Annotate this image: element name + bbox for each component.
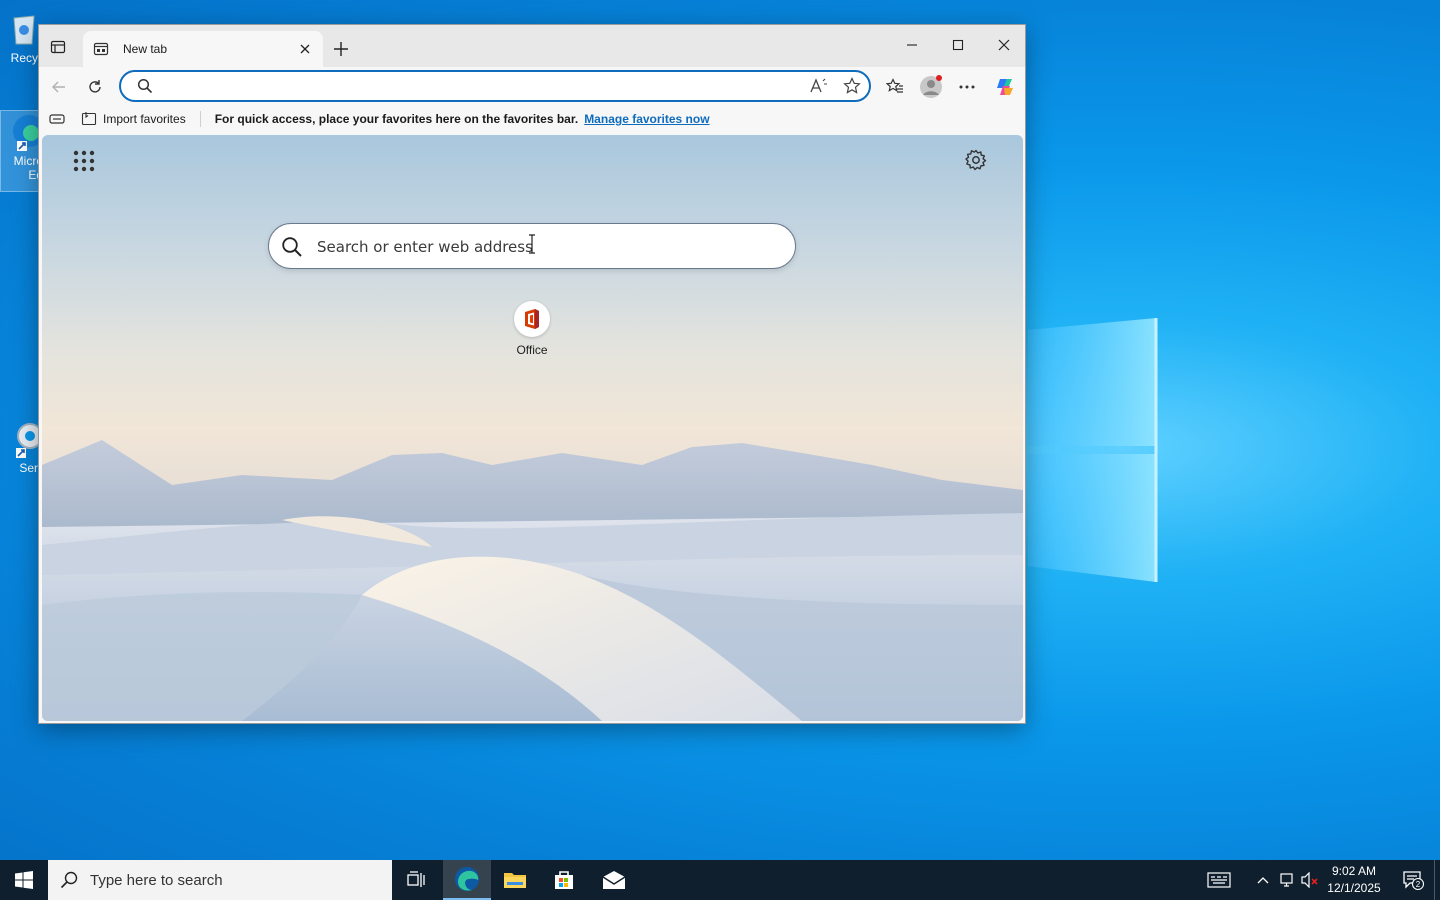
close-window-button[interactable] bbox=[981, 29, 1027, 61]
copilot-button[interactable] bbox=[991, 73, 1019, 101]
volume-button[interactable] bbox=[1300, 870, 1320, 890]
ntp-search-input[interactable] bbox=[317, 236, 757, 258]
new-tab-page: Office bbox=[42, 135, 1023, 721]
edge-browser-window: New tab Import favorites For quick acces… bbox=[38, 24, 1026, 724]
favorites-button[interactable] bbox=[881, 73, 909, 101]
search-icon bbox=[60, 871, 78, 889]
close-icon bbox=[998, 39, 1010, 51]
store-icon bbox=[555, 871, 573, 889]
app-launcher-button[interactable] bbox=[72, 149, 96, 173]
import-icon bbox=[81, 112, 97, 126]
gear-icon bbox=[965, 149, 987, 171]
system-clock[interactable]: 9:02 AM 12/1/2025 bbox=[1322, 863, 1386, 897]
favorites-bar: Import favorites For quick access, place… bbox=[39, 107, 1025, 131]
import-favorites-button[interactable]: Import favorites bbox=[103, 112, 186, 126]
new-tab-button[interactable] bbox=[329, 37, 353, 61]
hide-favorites-bar-icon[interactable] bbox=[49, 112, 65, 126]
navigation-toolbar bbox=[39, 67, 1025, 105]
tab-actions-icon bbox=[50, 40, 66, 54]
page-settings-button[interactable] bbox=[965, 149, 989, 173]
tab-title: New tab bbox=[123, 42, 168, 56]
back-arrow-icon bbox=[52, 81, 65, 93]
windows-start-icon bbox=[15, 871, 33, 889]
touch-keyboard-button[interactable] bbox=[1206, 870, 1232, 890]
tab-new-tab[interactable]: New tab bbox=[83, 31, 323, 67]
tab-close-button[interactable] bbox=[297, 41, 313, 57]
maximize-button[interactable] bbox=[935, 29, 981, 61]
copilot-icon bbox=[997, 79, 1013, 95]
taskbar-store-button[interactable] bbox=[540, 860, 588, 900]
settings-and-more-button[interactable] bbox=[953, 73, 981, 101]
quick-link-label: Office bbox=[516, 343, 548, 357]
folder-icon bbox=[504, 873, 526, 888]
more-horizontal-icon bbox=[959, 85, 975, 89]
start-button[interactable] bbox=[0, 860, 48, 900]
tab-actions-menu-button[interactable] bbox=[45, 35, 71, 59]
search-icon bbox=[282, 237, 302, 257]
taskbar-search-input[interactable] bbox=[90, 871, 370, 889]
address-bar[interactable] bbox=[119, 70, 871, 102]
notification-icon: 2 bbox=[1403, 871, 1424, 890]
new-tab-page-icon bbox=[93, 42, 109, 56]
title-bar: New tab bbox=[39, 25, 1025, 67]
network-status-button[interactable] bbox=[1277, 870, 1297, 890]
task-view-icon bbox=[407, 871, 425, 887]
favorites-list-icon bbox=[886, 78, 903, 93]
windows-logo-wallpaper bbox=[1028, 318, 1158, 582]
action-center-button[interactable]: 2 bbox=[1394, 860, 1432, 900]
show-desktop-button[interactable] bbox=[1434, 860, 1440, 900]
quick-link-icon-wrap bbox=[514, 301, 550, 337]
text-cursor-icon bbox=[529, 234, 535, 254]
favorites-bar-hint: For quick access, place your favorites h… bbox=[214, 112, 579, 126]
ntp-search-box[interactable] bbox=[268, 223, 796, 269]
back-button[interactable] bbox=[45, 73, 73, 101]
taskbar-search-box[interactable] bbox=[48, 860, 392, 900]
clock-time: 9:02 AM bbox=[1331, 864, 1377, 878]
search-icon bbox=[137, 78, 153, 94]
address-input[interactable] bbox=[163, 76, 803, 96]
taskbar: 9:02 AM 12/1/2025 2 bbox=[0, 860, 1440, 900]
minimize-icon bbox=[907, 44, 917, 46]
mail-icon bbox=[602, 871, 626, 889]
chevron-up-icon bbox=[1257, 877, 1269, 884]
refresh-icon bbox=[89, 80, 101, 93]
taskbar-file-explorer-button[interactable] bbox=[491, 860, 539, 900]
show-hidden-icons-button[interactable] bbox=[1253, 870, 1273, 890]
favorites-bar-divider bbox=[199, 111, 201, 127]
quick-link-office[interactable]: Office bbox=[508, 301, 556, 357]
read-aloud-icon[interactable] bbox=[809, 77, 829, 95]
network-icon bbox=[1280, 873, 1293, 887]
refresh-button[interactable] bbox=[81, 73, 109, 101]
edge-icon bbox=[455, 867, 479, 891]
taskbar-mail-button[interactable] bbox=[590, 860, 638, 900]
close-icon bbox=[300, 44, 310, 54]
plus-icon bbox=[334, 42, 348, 56]
app-launcher-grid-icon bbox=[73, 150, 95, 172]
manage-favorites-link[interactable]: Manage favorites now bbox=[584, 112, 709, 126]
desktop-icon-label: Micro Ed bbox=[13, 154, 43, 182]
notification-count: 2 bbox=[1416, 880, 1421, 889]
keyboard-icon bbox=[1207, 872, 1231, 888]
profile-button[interactable] bbox=[917, 73, 945, 101]
task-view-button[interactable] bbox=[392, 860, 440, 900]
speaker-muted-icon bbox=[1301, 872, 1318, 888]
taskbar-edge-button[interactable] bbox=[443, 860, 491, 900]
minimize-button[interactable] bbox=[889, 29, 935, 61]
clock-date: 12/1/2025 bbox=[1327, 881, 1381, 895]
favorite-star-icon[interactable] bbox=[843, 77, 861, 95]
office-icon bbox=[525, 309, 539, 329]
maximize-icon bbox=[952, 39, 964, 51]
avatar bbox=[920, 75, 942, 98]
